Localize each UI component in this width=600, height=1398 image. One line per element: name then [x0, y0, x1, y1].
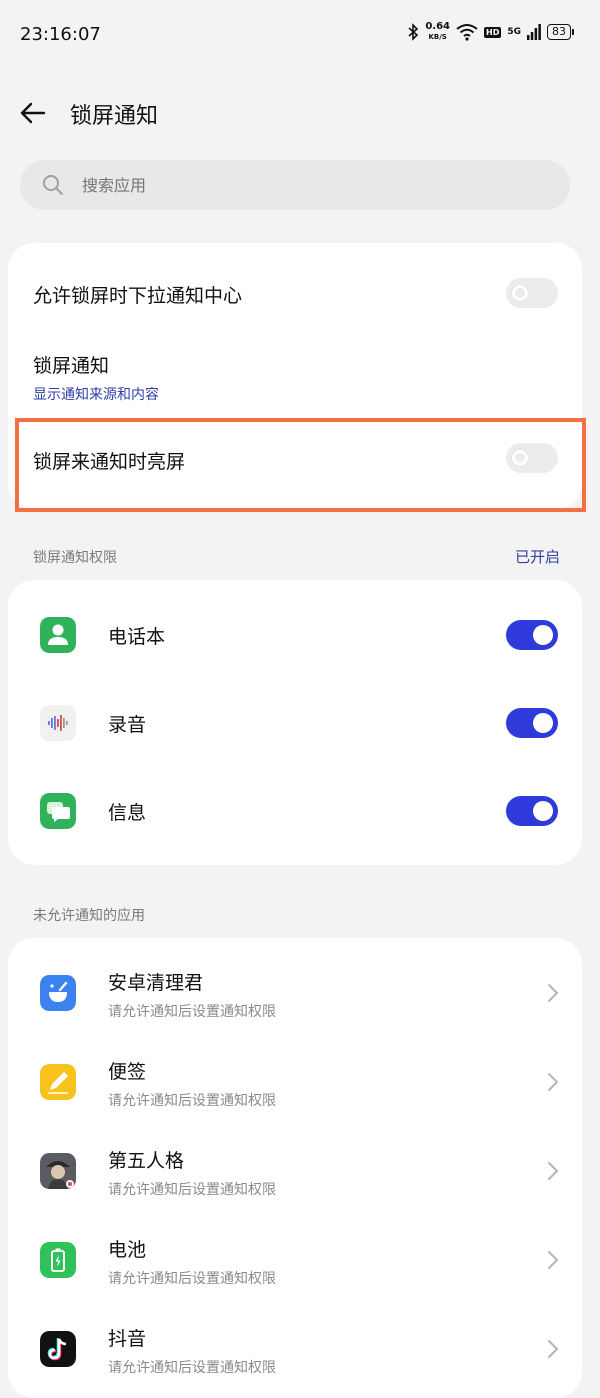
net-speed: 0.64 KB/S: [425, 22, 450, 42]
app-name: 录音: [108, 714, 147, 736]
page-title: 锁屏通知: [70, 104, 159, 129]
battery-indicator: 83: [547, 24, 574, 40]
app-name: 电池: [108, 1239, 147, 1261]
chevron-right-icon: [548, 1340, 559, 1358]
messages-icon: [40, 793, 76, 829]
toggle-knob: [533, 625, 553, 645]
app-subtitle: 请允许通知后设置通知权限: [108, 1093, 276, 1109]
app-subtitle: 请允许通知后设置通知权限: [108, 1360, 276, 1376]
app-subtitle: 请允许通知后设置通知权限: [108, 1182, 276, 1198]
toggle-knob: [533, 801, 553, 821]
search-bar[interactable]: [20, 160, 570, 212]
app-name: 便签: [108, 1061, 147, 1083]
phonebook-toggle[interactable]: [506, 620, 558, 650]
notes-icon: [40, 1064, 76, 1100]
wifi-icon: [456, 24, 478, 41]
recorder-toggle[interactable]: [506, 708, 558, 738]
permissions-section-label: 锁屏通知权限: [33, 550, 117, 566]
disallowed-apps-card: 安卓清理君 请允许通知后设置通知权限 便签 请允许通知后设置通知权限 第五人格 …: [8, 938, 582, 1398]
battery-level: 83: [547, 24, 571, 40]
identity-v-icon: [40, 1153, 76, 1189]
permissions-card: 电话本 录音 信息: [8, 580, 582, 865]
search-icon: [43, 175, 63, 195]
hd-badge: HD: [484, 26, 502, 38]
app-name: 电话本: [108, 626, 166, 648]
status-time: 23:16:07: [20, 24, 101, 45]
signal-icon: [527, 24, 541, 40]
app-name: 信息: [108, 802, 147, 824]
disallowed-section-label: 未允许通知的应用: [33, 908, 145, 924]
chevron-right-icon: [548, 984, 559, 1002]
bluetooth-icon: [408, 23, 419, 41]
app-subtitle: 请允许通知后设置通知权限: [108, 1004, 276, 1020]
net-speed-unit: KB/S: [428, 33, 447, 41]
douyin-icon: [40, 1331, 76, 1367]
pull-down-toggle[interactable]: [506, 278, 558, 308]
pull-down-label: 允许锁屏时下拉通知中心: [33, 285, 243, 307]
search-input[interactable]: [80, 160, 544, 212]
chevron-right-icon: [548, 1162, 559, 1180]
battery-tip: [572, 29, 574, 35]
status-icons: 0.64 KB/S HD 5G 83: [407, 22, 574, 42]
net-speed-value: 0.64: [425, 21, 450, 32]
app-name: 抖音: [108, 1328, 147, 1350]
cleaner-icon: [40, 975, 76, 1011]
battery-app-icon: [40, 1242, 76, 1278]
messages-toggle[interactable]: [506, 796, 558, 826]
status-bar: 23:16:07 0.64 KB/S HD 5G 83: [0, 0, 600, 72]
chevron-right-icon: [548, 1073, 559, 1091]
recorder-icon: [40, 705, 76, 741]
highlight-box: [15, 418, 586, 512]
signal-label: 5G: [507, 27, 521, 37]
lock-notification-label: 锁屏通知: [33, 355, 110, 377]
toggle-knob: [512, 285, 528, 301]
app-subtitle: 请允许通知后设置通知权限: [108, 1271, 276, 1287]
chevron-right-icon: [548, 1251, 559, 1269]
lock-notification-value: 显示通知来源和内容: [33, 387, 159, 403]
app-name: 安卓清理君: [108, 972, 204, 994]
phonebook-icon: [40, 617, 76, 653]
toggle-knob: [533, 713, 553, 733]
header: 锁屏通知: [0, 88, 600, 138]
back-arrow-icon[interactable]: [18, 100, 46, 126]
permissions-section-status[interactable]: 已开启: [515, 546, 560, 567]
app-name: 第五人格: [108, 1150, 185, 1172]
